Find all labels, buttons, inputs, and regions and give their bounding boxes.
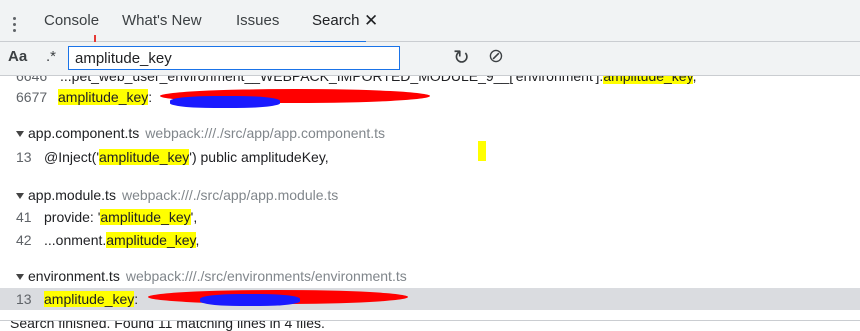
result-row[interactable]: 41 provide: 'amplitude_key', (0, 205, 860, 229)
tab-issues[interactable]: Issues (236, 0, 279, 42)
redaction-scribble (200, 294, 300, 306)
file-header[interactable]: app.module.ts webpack:///./src/app/app.mo… (0, 183, 860, 207)
result-row[interactable]: 6677 amplitude_key: (0, 85, 860, 109)
status-text: Search finished. Found 11 matching lines… (10, 320, 325, 331)
tab-search[interactable]: Search (310, 0, 366, 43)
regex-button[interactable]: .* (46, 48, 56, 65)
file-header[interactable]: app.component.ts webpack:///./src/app/app… (0, 121, 860, 145)
search-toolbar: Aa .* ↻ ⊘ (0, 42, 860, 76)
more-tabs-menu-icon[interactable] (13, 17, 17, 35)
result-row-selected[interactable]: 13 amplitude_key: (0, 288, 860, 310)
drawer-tab-bar: Console What's New Issues Search ✕ (0, 0, 860, 43)
expand-triangle-icon[interactable] (16, 131, 24, 137)
file-header[interactable]: environment.ts webpack:///./src/environme… (0, 264, 860, 288)
clear-icon[interactable]: ⊘ (488, 45, 504, 68)
result-row[interactable]: 13 @Inject('amplitude_key') public ampli… (0, 145, 860, 169)
expand-triangle-icon[interactable] (16, 193, 24, 199)
search-results: 6646 ...pet_web_user_environment__WEBPAC… (0, 76, 860, 320)
tab-console[interactable]: Console (44, 0, 99, 42)
redaction-scribble (170, 96, 280, 108)
expand-triangle-icon[interactable] (16, 274, 24, 280)
search-input[interactable] (68, 46, 400, 70)
result-row[interactable]: 42 ...onment.amplitude_key, (0, 228, 860, 252)
close-search-tab-icon[interactable]: ✕ (364, 0, 378, 42)
yellow-highlight-mark (478, 141, 486, 161)
status-bar: Search finished. Found 11 matching lines… (0, 320, 860, 331)
match-case-button[interactable]: Aa (8, 48, 27, 65)
refresh-icon[interactable]: ↻ (453, 45, 470, 70)
tab-whats-new[interactable]: What's New (122, 0, 202, 42)
